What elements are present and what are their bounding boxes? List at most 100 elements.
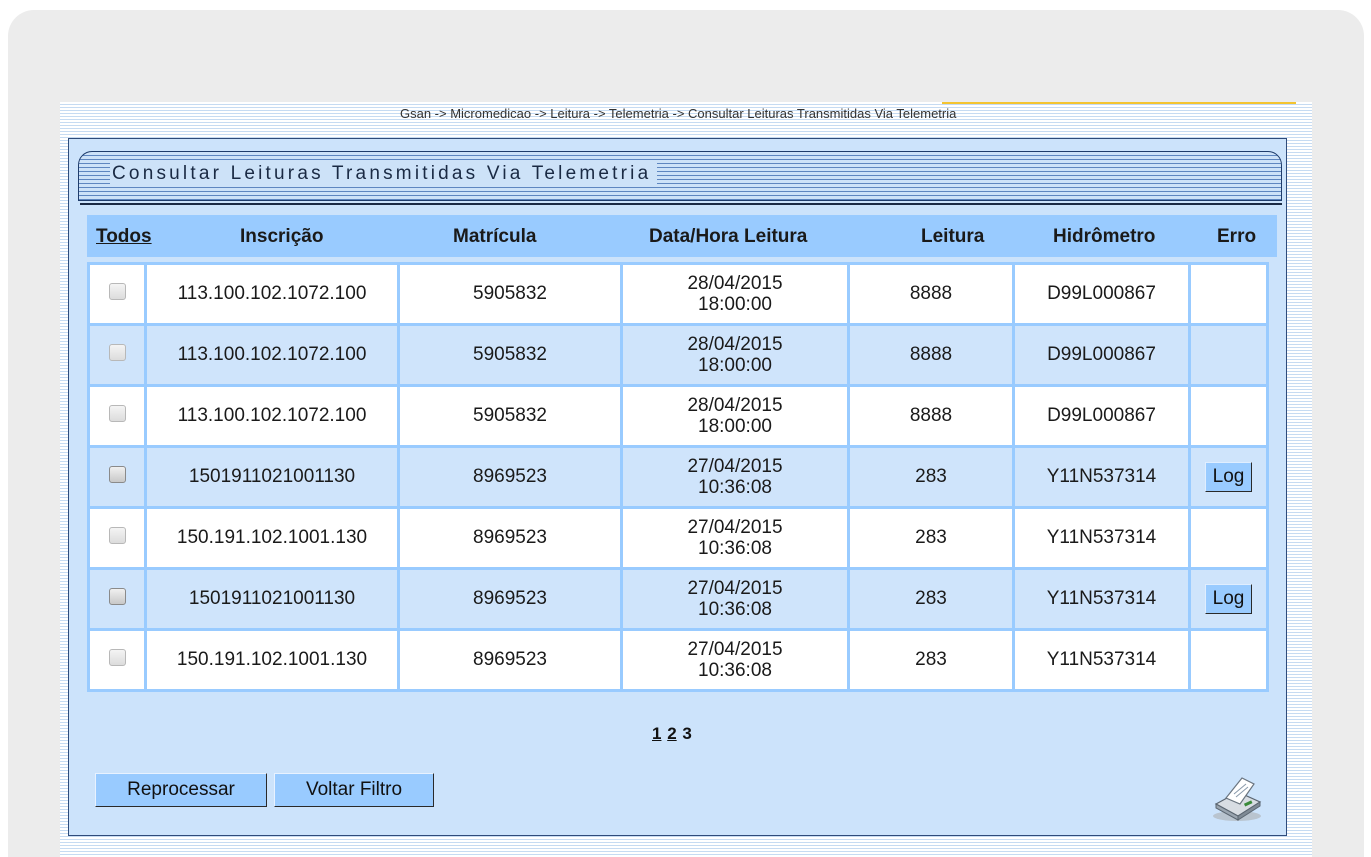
cell-matricula: 5905832	[400, 265, 620, 323]
row-checkbox-cell	[90, 265, 144, 323]
cell-inscricao: 150191102100113​0	[147, 570, 397, 628]
cell-data-hora: 28/04/2015 18:00:00	[623, 265, 847, 323]
cell-data: 27/04/2015	[687, 578, 783, 599]
panel-title: Consultar Leituras Transmitidas Via Tele…	[110, 163, 658, 185]
header-leitura: Leitura	[921, 226, 985, 247]
cell-hora: 18:00:00	[698, 355, 772, 376]
row-checkbox[interactable]	[108, 648, 126, 666]
cell-hora: 10:36:08	[698, 477, 772, 498]
log-button[interactable]: Log	[1204, 462, 1253, 492]
cell-data-hora: 27/04/2015 10:36:08	[623, 570, 847, 628]
cell-matricula: 8969523	[400, 509, 620, 567]
cell-data: 28/04/2015	[687, 395, 783, 416]
cell-leitura: 8888	[850, 326, 1012, 384]
breadcrumb: Gsan -> Micromedicao -> Leitura -> Telem…	[400, 106, 957, 121]
cell-hora: 10:36:08	[698, 538, 772, 559]
table-row: 113.100.102.1072.100 5905832 28/04/2015 18:…	[90, 326, 1266, 384]
cell-matricula: 8969523	[400, 631, 620, 689]
row-checkbox-cell	[90, 387, 144, 445]
select-all-link[interactable]: Todos	[96, 226, 152, 248]
row-checkbox-cell	[90, 448, 144, 506]
cell-hidrometro: D99L000867	[1015, 326, 1188, 384]
cell-data-hora: 27/04/2015 10:36:08	[623, 631, 847, 689]
table-row: 150.191.102.1001.130 8969523 27/04/2015 10:…	[90, 509, 1266, 567]
title-underline	[80, 203, 1282, 205]
cell-inscricao: 113.100.102.1072.100	[147, 265, 397, 323]
voltar-filtro-button[interactable]: Voltar Filtro	[274, 773, 434, 807]
cell-hora: 10:36:08	[698, 599, 772, 620]
cell-data-hora: 28/04/2015 18:00:00	[623, 326, 847, 384]
cell-hidrometro: D99L000867	[1015, 265, 1188, 323]
cell-leitura: 283	[850, 570, 1012, 628]
reprocessar-button[interactable]: Reprocessar	[95, 773, 267, 807]
header-inscricao: Inscrição	[240, 226, 324, 247]
row-checkbox-cell	[90, 509, 144, 567]
cell-data: 28/04/2015	[687, 334, 783, 355]
table-row: 113.100.102.1072.100 5905832 28/04/2015 18:…	[90, 265, 1266, 323]
cell-data-hora: 27/04/2015 10:36:08	[623, 509, 847, 567]
table-row: 150.191.102.1001.130 8969523 27/04/2015 10:…	[90, 631, 1266, 689]
cell-data-hora: 27/04/2015 10:36:08	[623, 448, 847, 506]
printer-icon[interactable]	[1208, 774, 1266, 824]
cell-leitura: 283	[850, 509, 1012, 567]
row-checkbox[interactable]	[108, 343, 126, 361]
cell-data: 27/04/2015	[687, 456, 783, 477]
cell-hora: 18:00:00	[698, 294, 772, 315]
table-header: Todos Inscrição Matrícula Data/Hora Leit…	[87, 215, 1277, 257]
cell-erro	[1191, 265, 1266, 323]
cell-leitura: 283	[850, 631, 1012, 689]
readings-table: 113.100.102.1072.100 5905832 28/04/2015 18:…	[87, 262, 1269, 692]
cell-hora: 18:00:00	[698, 416, 772, 437]
cell-erro: Log	[1191, 448, 1266, 506]
page-link-2[interactable]: 2	[667, 724, 676, 743]
table-row: 113.100.102.1072.100 5905832 28/04/2015 18:…	[90, 387, 1266, 445]
cell-matricula: 5905832	[400, 387, 620, 445]
header-matricula: Matrícula	[453, 226, 537, 247]
page-current: 3	[682, 724, 692, 743]
page-link-1[interactable]: 1	[652, 724, 661, 743]
log-button[interactable]: Log	[1204, 584, 1253, 614]
cell-matricula: 8969523	[400, 570, 620, 628]
cell-inscricao: 150.191.102.1001.130	[147, 631, 397, 689]
cell-inscricao: 113.100.102.1072.100	[147, 326, 397, 384]
cell-hidrometro: Y11N537314	[1015, 570, 1188, 628]
cell-leitura: 8888	[850, 387, 1012, 445]
cell-matricula: 8969523	[400, 448, 620, 506]
cell-inscricao: 150191102100113​0	[147, 448, 397, 506]
cell-erro: Log	[1191, 570, 1266, 628]
row-checkbox-cell	[90, 570, 144, 628]
row-checkbox-cell	[90, 631, 144, 689]
pagination: 1 2 3	[652, 724, 693, 744]
cell-erro	[1191, 509, 1266, 567]
cell-hidrometro: Y11N537314	[1015, 631, 1188, 689]
breadcrumb-accent	[942, 102, 1296, 104]
cell-hidrometro: D99L000867	[1015, 387, 1188, 445]
table-row: 150191102100113​0 8969523 27/04/2015 10:36:…	[90, 448, 1266, 506]
cell-hidrometro: Y11N537314	[1015, 448, 1188, 506]
header-hidrometro: Hidrômetro	[1053, 226, 1156, 247]
row-checkbox[interactable]	[108, 587, 126, 605]
cell-inscricao: 150.191.102.1001.130	[147, 509, 397, 567]
row-checkbox[interactable]	[108, 465, 126, 483]
cell-erro	[1191, 631, 1266, 689]
table-row: 150191102100113​0 8969523 27/04/2015 10:36:…	[90, 570, 1266, 628]
row-checkbox[interactable]	[108, 526, 126, 544]
cell-hidrometro: Y11N537314	[1015, 509, 1188, 567]
cell-data: 28/04/2015	[687, 273, 783, 294]
header-erro: Erro	[1217, 226, 1257, 247]
row-checkbox[interactable]	[108, 404, 126, 422]
cell-inscricao: 113.100.102.1072.100	[147, 387, 397, 445]
header-data-hora: Data/Hora Leitura	[649, 226, 808, 247]
cell-erro	[1191, 326, 1266, 384]
cell-leitura: 8888	[850, 265, 1012, 323]
frame-edge	[1288, 102, 1312, 857]
cell-data: 27/04/2015	[687, 639, 783, 660]
cell-data: 27/04/2015	[687, 517, 783, 538]
cell-matricula: 5905832	[400, 326, 620, 384]
cell-erro	[1191, 387, 1266, 445]
cell-hora: 10:36:08	[698, 660, 772, 681]
row-checkbox-cell	[90, 326, 144, 384]
cell-data-hora: 28/04/2015 18:00:00	[623, 387, 847, 445]
cell-leitura: 283	[850, 448, 1012, 506]
row-checkbox[interactable]	[108, 282, 126, 300]
